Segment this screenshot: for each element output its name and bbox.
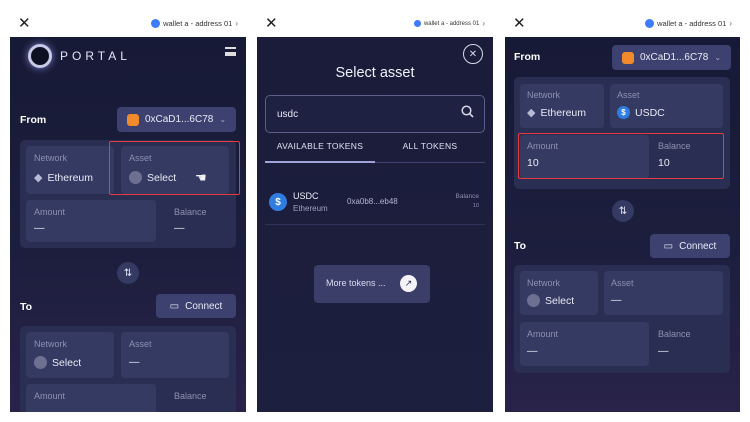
browser-topbar: ✕ wallet a - address 01 ›: [505, 10, 740, 37]
close-icon[interactable]: ✕: [265, 16, 278, 31]
connect-button[interactable]: ▭ Connect: [156, 294, 236, 318]
chevron-right-icon: ›: [482, 19, 485, 28]
highlight-amount-box: [518, 133, 724, 179]
ethereum-icon: ◆: [527, 107, 536, 119]
to-amount-field[interactable]: Amount: [26, 384, 156, 412]
from-amount-field[interactable]: Amount —: [26, 200, 156, 242]
network-placeholder-icon: [34, 356, 47, 369]
chevron-down-icon: ⌄: [219, 115, 227, 124]
portal-logo-icon: [28, 44, 52, 68]
app-screen: From 0xCaD1...6C78 ⌄ Network ◆ Ethereum …: [505, 37, 740, 412]
to-card: Network Select Asset — Amount Balance: [20, 326, 236, 412]
close-icon[interactable]: ✕: [513, 16, 526, 31]
close-modal-icon[interactable]: ✕: [463, 44, 483, 64]
from-balance-label: Balance: [174, 207, 207, 217]
menu-icon[interactable]: [225, 47, 236, 56]
metamask-icon: [621, 51, 634, 64]
connect-button[interactable]: ▭ Connect: [650, 234, 730, 258]
chevron-right-icon: ›: [235, 19, 238, 28]
to-card: Network Select Asset — Amount — Balance …: [514, 265, 730, 373]
to-network-field[interactable]: Network Select: [26, 332, 114, 378]
chevron-down-icon: ⌄: [714, 53, 722, 62]
wallet-selector[interactable]: wallet a - address 01 ›: [151, 19, 238, 28]
from-wallet-button[interactable]: 0xCaD1...6C78 ⌄: [117, 107, 236, 132]
more-tokens-button[interactable]: More tokens ... ↗: [314, 265, 430, 303]
modal-screen: ✕ Select asset usdc AVAILABLE TOKENS ALL…: [257, 37, 493, 412]
wallet-icon: ▭: [663, 240, 674, 252]
wallet-selector[interactable]: wallet a - address 01 ›: [413, 19, 485, 28]
from-network-field[interactable]: Network ◆ Ethereum: [26, 146, 114, 194]
highlight-asset-box: [109, 141, 240, 195]
usdc-icon: $: [269, 193, 287, 211]
bridge-screen-initial: ✕ wallet a - address 01 › PORTAL From 0x…: [10, 10, 246, 412]
chevron-right-icon: ›: [729, 19, 732, 28]
to-balance-value: —: [658, 345, 669, 357]
to-title: To: [20, 301, 33, 313]
to-amount-field[interactable]: Amount —: [520, 322, 649, 366]
from-wallet-button[interactable]: 0xCaD1...6C78 ⌄: [612, 45, 731, 70]
wallet-icon: [645, 19, 655, 28]
bridge-screen-filled: ✕ wallet a - address 01 › From 0xCaD1...…: [505, 10, 740, 412]
wallet-selector[interactable]: wallet a - address 01 ›: [645, 19, 732, 28]
wallet-icon: [151, 19, 161, 28]
to-balance-label: Balance: [658, 329, 691, 339]
metamask-icon: [126, 113, 139, 126]
ethereum-icon: ◆: [34, 172, 43, 184]
tab-available-tokens[interactable]: AVAILABLE TOKENS: [265, 141, 375, 163]
wallet-icon: ▭: [169, 300, 180, 312]
modal-title: Select asset: [335, 65, 415, 81]
browser-topbar: ✕ wallet a - address 01 ›: [257, 10, 493, 37]
token-row[interactable]: $ USDC Ethereum 0xa0b8...eb48 Balance 10: [265, 183, 485, 225]
portal-logo-text: PORTAL: [60, 49, 131, 63]
external-link-icon: ↗: [400, 275, 417, 292]
to-title: To: [514, 240, 527, 252]
tab-all-tokens[interactable]: ALL TOKENS: [375, 141, 485, 163]
close-icon[interactable]: ✕: [18, 16, 31, 31]
to-network-field[interactable]: Network Select: [520, 271, 598, 315]
to-asset-field[interactable]: Asset —: [604, 271, 723, 315]
app-screen: PORTAL From 0xCaD1...6C78 ⌄ Network ◆ Et…: [10, 37, 246, 412]
to-asset-field[interactable]: Asset —: [121, 332, 229, 378]
to-balance-label: Balance: [174, 391, 207, 401]
from-network-field[interactable]: Network ◆ Ethereum: [520, 84, 604, 128]
select-asset-screen: ✕ wallet a - address 01 › ✕ Select asset…: [257, 10, 493, 412]
from-title: From: [514, 51, 541, 63]
from-title: From: [20, 114, 47, 126]
browser-topbar: ✕ wallet a - address 01 ›: [10, 10, 246, 37]
from-asset-field[interactable]: Asset $ USDC: [610, 84, 723, 128]
search-input[interactable]: usdc: [265, 95, 485, 133]
wallet-icon: [413, 20, 421, 27]
swap-direction-icon[interactable]: ⇅: [612, 200, 634, 222]
from-balance-value: —: [174, 222, 185, 234]
search-icon: [461, 105, 474, 118]
swap-direction-icon[interactable]: ⇅: [117, 262, 139, 284]
network-placeholder-icon: [527, 294, 540, 307]
usdc-icon: $: [617, 106, 630, 119]
